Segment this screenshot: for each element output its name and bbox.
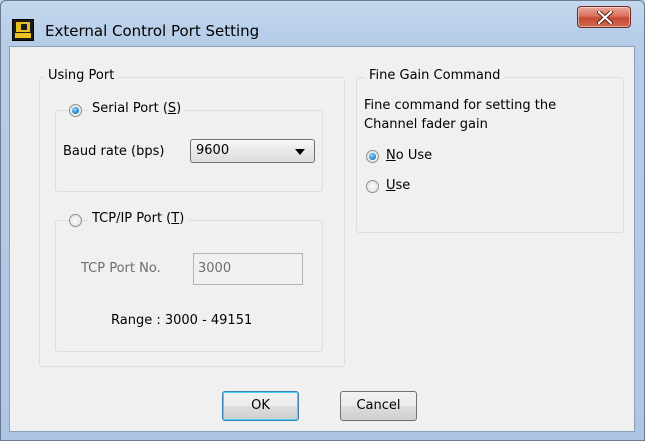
fine-gain-description-line1: Fine command for setting the <box>364 98 557 113</box>
title-bar[interactable]: External Control Port Setting <box>1 1 644 45</box>
no-use-label[interactable]: No Use <box>386 148 432 163</box>
tcp-ip-port-group: TCP/IP Port (T) TCP Port No. 3000 Range … <box>55 211 323 352</box>
serial-port-radio[interactable] <box>69 104 82 117</box>
tcp-port-no-label: TCP Port No. <box>81 261 161 276</box>
using-port-group: Using Port Serial Port (S) Baud rate (bp… <box>39 68 345 367</box>
dialog-client-area: Using Port Serial Port (S) Baud rate (bp… <box>9 46 635 432</box>
fine-gain-command-legend: Fine Gain Command <box>365 68 505 83</box>
dialog-window: External Control Port Setting Using Port… <box>0 0 645 441</box>
tcp-port-no-value: 3000 <box>198 261 232 276</box>
chevron-down-icon <box>295 149 305 155</box>
cancel-button[interactable]: Cancel <box>340 391 417 421</box>
fine-gain-command-group: Fine Gain Command Fine command for setti… <box>356 68 624 233</box>
tcp-port-no-input[interactable]: 3000 <box>193 253 303 285</box>
no-use-radio[interactable] <box>366 150 379 163</box>
baud-rate-label: Baud rate (bps) <box>63 144 165 159</box>
tcp-port-range-text: Range : 3000 - 49151 <box>111 313 253 328</box>
app-logo-icon <box>12 19 34 41</box>
use-radio[interactable] <box>366 180 379 193</box>
tcp-ip-port-label[interactable]: TCP/IP Port (T) <box>88 211 189 226</box>
baud-rate-value: 9600 <box>196 143 230 158</box>
baud-rate-select[interactable]: 9600 <box>190 139 315 163</box>
ok-button[interactable]: OK <box>222 391 299 421</box>
close-button[interactable] <box>577 6 631 28</box>
serial-port-group: Serial Port (S) Baud rate (bps) 9600 <box>55 101 323 192</box>
use-label[interactable]: Use <box>386 178 410 193</box>
close-icon <box>597 11 613 24</box>
window-title: External Control Port Setting <box>45 22 260 40</box>
using-port-legend: Using Port <box>44 68 119 83</box>
fine-gain-description-line2: Channel fader gain <box>364 117 488 132</box>
tcp-ip-port-radio[interactable] <box>69 214 82 227</box>
serial-port-label[interactable]: Serial Port (S) <box>88 101 186 116</box>
